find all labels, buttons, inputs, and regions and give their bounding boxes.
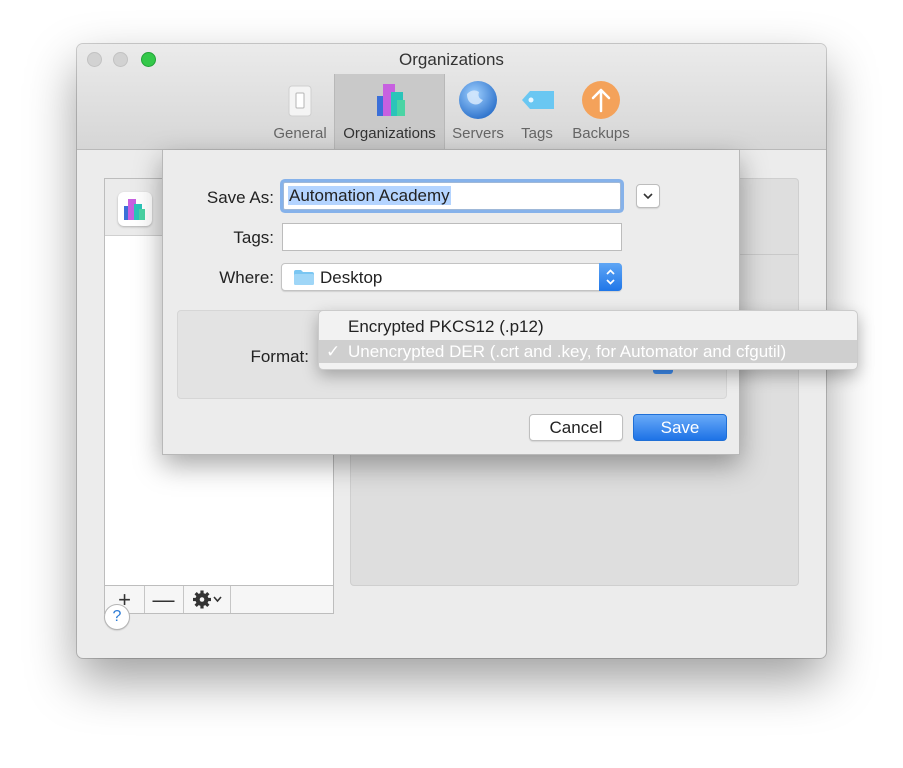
- tags-field[interactable]: [282, 223, 622, 251]
- save-sheet: Save As: Automation Academy Tags: Where:…: [162, 150, 740, 455]
- cancel-button[interactable]: Cancel: [529, 414, 623, 441]
- save-as-field[interactable]: Automation Academy: [283, 182, 621, 210]
- menu-item-unencrypted-der[interactable]: ✓ Unencrypted DER (.crt and .key, for Au…: [319, 340, 857, 363]
- checkmark-icon: ✓: [326, 342, 341, 361]
- up-down-chevron-icon: [606, 269, 615, 285]
- titlebar: Organizations General Organizations Serv…: [77, 44, 826, 150]
- help-button[interactable]: ?: [104, 604, 130, 630]
- toolbar-label-organizations: Organizations: [343, 125, 436, 142]
- toolbar-item-organizations[interactable]: Organizations: [334, 74, 445, 149]
- menu-item-encrypted-pkcs12[interactable]: Encrypted PKCS12 (.p12): [319, 315, 857, 338]
- toolbar-item-backups[interactable]: Backups: [565, 74, 637, 149]
- save-as-label: Save As:: [206, 188, 274, 207]
- format-dropdown-menu: Encrypted PKCS12 (.p12) ✓ Unencrypted DE…: [318, 310, 858, 370]
- tag-icon: [522, 91, 554, 109]
- chevron-down-icon: [212, 596, 222, 603]
- menu-item-label: Unencrypted DER (.crt and .key, for Auto…: [348, 342, 787, 361]
- window-title: Organizations: [399, 50, 504, 69]
- tags-label: Tags:: [233, 228, 274, 247]
- toolbar-item-servers[interactable]: Servers: [447, 74, 509, 149]
- toolbar-label-servers: Servers: [452, 125, 504, 142]
- save-button[interactable]: Save: [633, 414, 727, 441]
- globe-icon: [459, 81, 497, 119]
- toolbar-label-tags: Tags: [521, 125, 553, 142]
- where-popup[interactable]: Desktop: [281, 263, 622, 291]
- general-switch-icon: [288, 85, 312, 117]
- popup-stepper: [599, 263, 622, 291]
- toolbar-label-general: General: [273, 125, 327, 142]
- backup-arrow-icon: [582, 81, 620, 119]
- list-footer-bar: + —: [104, 586, 334, 614]
- remove-button[interactable]: —: [144, 586, 184, 613]
- organization-icon: [118, 192, 152, 226]
- menu-item-label: Encrypted PKCS12 (.p12): [348, 317, 544, 336]
- action-menu-button[interactable]: [183, 586, 231, 613]
- toolbar-item-general[interactable]: General: [268, 74, 332, 149]
- where-label: Where:: [219, 268, 274, 287]
- chevron-down-icon: [643, 193, 653, 200]
- format-label: Format:: [250, 347, 309, 366]
- save-as-value: Automation Academy: [288, 186, 451, 205]
- expand-sheet-button[interactable]: [636, 184, 660, 208]
- where-value: Desktop: [320, 268, 383, 287]
- gear-icon: [192, 590, 222, 609]
- toolbar-label-backups: Backups: [572, 125, 630, 142]
- organizations-icon: [376, 84, 405, 116]
- toolbar-item-tags[interactable]: Tags: [511, 74, 563, 149]
- folder-icon: [294, 270, 314, 285]
